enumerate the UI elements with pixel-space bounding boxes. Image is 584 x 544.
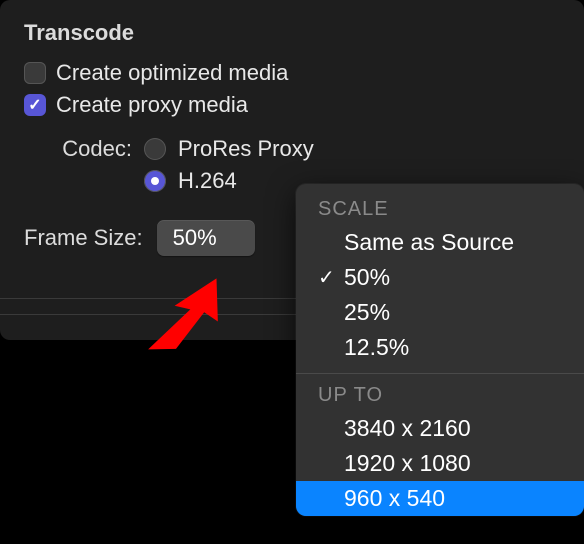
menu-item-3840[interactable]: 3840 x 2160 — [296, 411, 584, 446]
menu-header-scale: SCALE — [296, 190, 584, 225]
radio-label: H.264 — [178, 168, 237, 194]
dropdown-value: 50% — [173, 225, 217, 250]
menu-item-label: 12.5% — [344, 334, 409, 361]
radio-row-prores[interactable]: Codec: ProRes Proxy — [24, 136, 560, 162]
radio-label: ProRes Proxy — [178, 136, 314, 162]
menu-item-label: 1920 x 1080 — [344, 450, 471, 477]
checkbox-label: Create proxy media — [56, 92, 248, 118]
checkbox-row-optimized[interactable]: Create optimized media — [24, 60, 560, 86]
menu-divider — [296, 373, 584, 374]
frame-size-dropdown[interactable]: 50% — [157, 220, 255, 256]
frame-size-label: Frame Size: — [24, 225, 143, 251]
checkbox-unchecked-icon[interactable] — [24, 62, 46, 84]
divider — [0, 314, 300, 315]
menu-item-label: 960 x 540 — [344, 485, 445, 512]
menu-item-label: 25% — [344, 299, 390, 326]
menu-item-label: 50% — [344, 264, 390, 291]
menu-header-upto: UP TO — [296, 376, 584, 411]
checkbox-row-proxy[interactable]: ✓ Create proxy media — [24, 92, 560, 118]
section-title: Transcode — [24, 20, 560, 46]
menu-item-1920[interactable]: 1920 x 1080 — [296, 446, 584, 481]
menu-item-960[interactable]: 960 x 540 — [296, 481, 584, 516]
menu-item-50[interactable]: ✓ 50% — [296, 260, 584, 295]
checkmark-icon: ✓ — [318, 265, 344, 290]
radio-selected-icon[interactable] — [144, 170, 166, 192]
menu-item-label: Same as Source — [344, 229, 514, 256]
checkbox-label: Create optimized media — [56, 60, 288, 86]
frame-size-menu: SCALE Same as Source ✓ 50% 25% 12.5% UP … — [296, 184, 584, 516]
checkbox-checked-icon[interactable]: ✓ — [24, 94, 46, 116]
menu-item-25[interactable]: 25% — [296, 295, 584, 330]
radio-unselected-icon[interactable] — [144, 138, 166, 160]
menu-item-label: 3840 x 2160 — [344, 415, 471, 442]
menu-item-12-5[interactable]: 12.5% — [296, 330, 584, 365]
divider — [0, 298, 300, 299]
menu-item-same-as-source[interactable]: Same as Source — [296, 225, 584, 260]
codec-label: Codec: — [24, 136, 132, 162]
